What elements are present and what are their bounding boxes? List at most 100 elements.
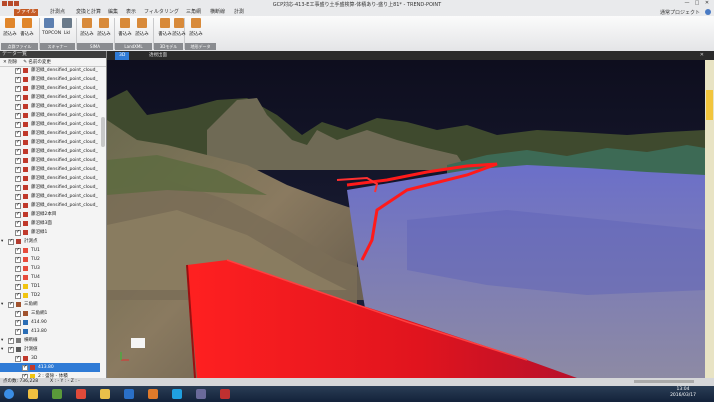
visibility-checkbox[interactable]: ✓ xyxy=(22,364,28,371)
tab-measure[interactable]: 計測 xyxy=(232,9,246,16)
tree-row[interactable]: ✓ 藤沼緑_densified_point_cloud_ xyxy=(0,102,100,111)
tree-row[interactable]: ✓ TD1 xyxy=(0,282,100,291)
tab-triangulation[interactable]: 三角網 xyxy=(184,9,203,16)
visibility-checkbox[interactable]: ✓ xyxy=(15,310,21,317)
tree-row[interactable]: ✓ 藤沼緑_densified_point_cloud_ xyxy=(0,120,100,129)
tab-cross-section[interactable]: 横断線 xyxy=(208,9,227,16)
tab-perspective[interactable]: 透視出面 xyxy=(145,52,171,60)
visibility-checkbox[interactable]: ✓ xyxy=(15,139,21,146)
trend-point-icon[interactable] xyxy=(220,389,230,399)
visibility-checkbox[interactable]: ✓ xyxy=(15,175,21,182)
delete-button[interactable]: ✕ 削除 xyxy=(3,59,17,65)
rename-button[interactable]: ✎ 名前の変更 xyxy=(23,59,51,65)
tree-row[interactable]: ✓ 414.90 xyxy=(0,318,100,327)
visibility-checkbox[interactable]: ✓ xyxy=(8,337,14,344)
tree-row[interactable]: ✓ TU3 xyxy=(0,264,100,273)
tree-row[interactable]: ✓ 藤沼緑_densified_point_cloud_ xyxy=(0,147,100,156)
tree-row[interactable]: ✓ 藤沼緑_densified_point_cloud_ xyxy=(0,183,100,192)
ribbon-button-9[interactable]: 読込み xyxy=(172,18,186,37)
visibility-checkbox[interactable]: ✓ xyxy=(15,130,21,137)
tab-filtering[interactable]: フィルタリング xyxy=(142,9,181,16)
explorer-icon[interactable] xyxy=(28,389,38,399)
visibility-checkbox[interactable]: ✓ xyxy=(15,265,21,272)
tree-row[interactable]: ✓ 三角網1 xyxy=(0,309,100,318)
expand-icon[interactable]: ▾ xyxy=(1,345,3,354)
ribbon-button-6[interactable]: 書込み xyxy=(118,18,132,37)
start-icon[interactable] xyxy=(4,389,14,399)
ie-icon[interactable] xyxy=(124,389,134,399)
tree-row[interactable]: ✓ 藤沼緑2本目 xyxy=(0,210,100,219)
firefox-icon[interactable] xyxy=(148,389,158,399)
visibility-checkbox[interactable]: ✓ xyxy=(15,211,21,218)
visibility-checkbox[interactable]: ✓ xyxy=(15,148,21,155)
skype-icon[interactable] xyxy=(172,389,182,399)
visibility-checkbox[interactable]: ✓ xyxy=(15,328,21,335)
visibility-checkbox[interactable]: ✓ xyxy=(15,112,21,119)
panel-scrollbar[interactable] xyxy=(101,117,105,147)
tree-row[interactable]: ✓ 藤沼緑1 xyxy=(0,228,100,237)
visibility-checkbox[interactable]: ✓ xyxy=(15,355,21,362)
zoom-slider[interactable] xyxy=(634,380,694,383)
tree-row[interactable]: ✓ TD2 xyxy=(0,291,100,300)
tree-row[interactable]: ✓ 藤沼緑_densified_point_cloud_ xyxy=(0,192,100,201)
visibility-checkbox[interactable]: ✓ xyxy=(15,193,21,200)
tree-row[interactable]: ✓ 藤沼緑_densified_point_cloud_ xyxy=(0,84,100,93)
tree-row[interactable]: ✓ 藤沼緑_densified_point_cloud_ xyxy=(0,156,100,165)
tree-row[interactable]: ✓ TU2 xyxy=(0,255,100,264)
visibility-checkbox[interactable]: ✓ xyxy=(15,202,21,209)
visibility-checkbox[interactable]: ✓ xyxy=(15,220,21,227)
maximize-button[interactable]: □ xyxy=(692,0,702,7)
visibility-checkbox[interactable]: ✓ xyxy=(15,292,21,299)
tree-row[interactable]: ✓ 藤沼緑_densified_point_cloud_ xyxy=(0,66,100,75)
tree-row[interactable]: ✓ TU4 xyxy=(0,273,100,282)
media-icon[interactable] xyxy=(52,389,62,399)
tree-row[interactable]: ✓ 3D xyxy=(0,354,100,363)
tree-row[interactable]: ✓ 藤沼緑_densified_point_cloud_ xyxy=(0,174,100,183)
tree-row[interactable]: ✓ 藤沼緑3面 xyxy=(0,219,100,228)
visibility-checkbox[interactable]: ✓ xyxy=(15,85,21,92)
tree-row[interactable]: ✓ 413.80 xyxy=(0,327,100,336)
side-panel-handle[interactable] xyxy=(706,90,713,120)
expand-icon[interactable]: ▾ xyxy=(1,237,3,246)
ribbon-button-5[interactable]: 読込み xyxy=(97,18,111,37)
tree-row[interactable]: ✓ 藤沼緑_densified_point_cloud_ xyxy=(0,129,100,138)
tree-row[interactable]: ✓ 藤沼緑_densified_point_cloud_ xyxy=(0,165,100,174)
visibility-checkbox[interactable]: ✓ xyxy=(15,76,21,83)
visibility-checkbox[interactable]: ✓ xyxy=(15,229,21,236)
tree-row[interactable]: ▾ ✓ 三角網 xyxy=(0,300,100,309)
ribbon-button-4[interactable]: 読込み xyxy=(80,18,94,37)
ribbon-button-2[interactable]: TOPCON xyxy=(42,18,61,36)
tree-row[interactable]: ✓ 藤沼緑_densified_point_cloud_ xyxy=(0,201,100,210)
close-button[interactable]: ✕ xyxy=(702,0,712,7)
expand-icon[interactable]: ▾ xyxy=(1,300,3,309)
tree-row[interactable]: ✓ 413.80 xyxy=(0,363,100,372)
visibility-checkbox[interactable]: ✓ xyxy=(15,283,21,290)
visibility-checkbox[interactable]: ✓ xyxy=(15,247,21,254)
close-view-icon[interactable]: ✕ xyxy=(700,52,704,58)
visibility-checkbox[interactable]: ✓ xyxy=(15,121,21,128)
expand-icon[interactable]: ▾ xyxy=(1,336,3,345)
ribbon-button-0[interactable]: 読込み xyxy=(3,18,17,37)
ribbon-button-10[interactable]: 読込み xyxy=(189,18,203,37)
ribbon-button-3[interactable]: Lkl xyxy=(60,18,74,36)
app-icon[interactable] xyxy=(196,389,206,399)
visibility-checkbox[interactable]: ✓ xyxy=(8,346,14,353)
3d-viewport[interactable] xyxy=(107,60,705,378)
folder-icon[interactable] xyxy=(100,389,110,399)
ribbon-button-7[interactable]: 読込み xyxy=(135,18,149,37)
chrome-icon[interactable] xyxy=(76,389,86,399)
visibility-checkbox[interactable]: ✓ xyxy=(15,184,21,191)
visibility-checkbox[interactable]: ✓ xyxy=(15,67,21,74)
tree-row[interactable]: ✓ 藤沼緑_densified_point_cloud_ xyxy=(0,93,100,102)
tree-row[interactable]: ✓ 藤沼緑_densified_point_cloud_ xyxy=(0,75,100,84)
ribbon-button-1[interactable]: 書込み xyxy=(20,18,34,37)
tab-file[interactable]: ファイル xyxy=(14,9,39,16)
visibility-checkbox[interactable]: ✓ xyxy=(15,274,21,281)
visibility-checkbox[interactable]: ✓ xyxy=(15,157,21,164)
ribbon-button-8[interactable]: 書込み xyxy=(158,18,172,37)
visibility-checkbox[interactable]: ✓ xyxy=(15,256,21,263)
tree-row[interactable]: ▾ ✓ 計測点 xyxy=(0,237,100,246)
visibility-checkbox[interactable]: ✓ xyxy=(8,301,14,308)
visibility-checkbox[interactable]: ✓ xyxy=(15,166,21,173)
tab-transform[interactable]: 変換と計算 xyxy=(74,9,103,16)
